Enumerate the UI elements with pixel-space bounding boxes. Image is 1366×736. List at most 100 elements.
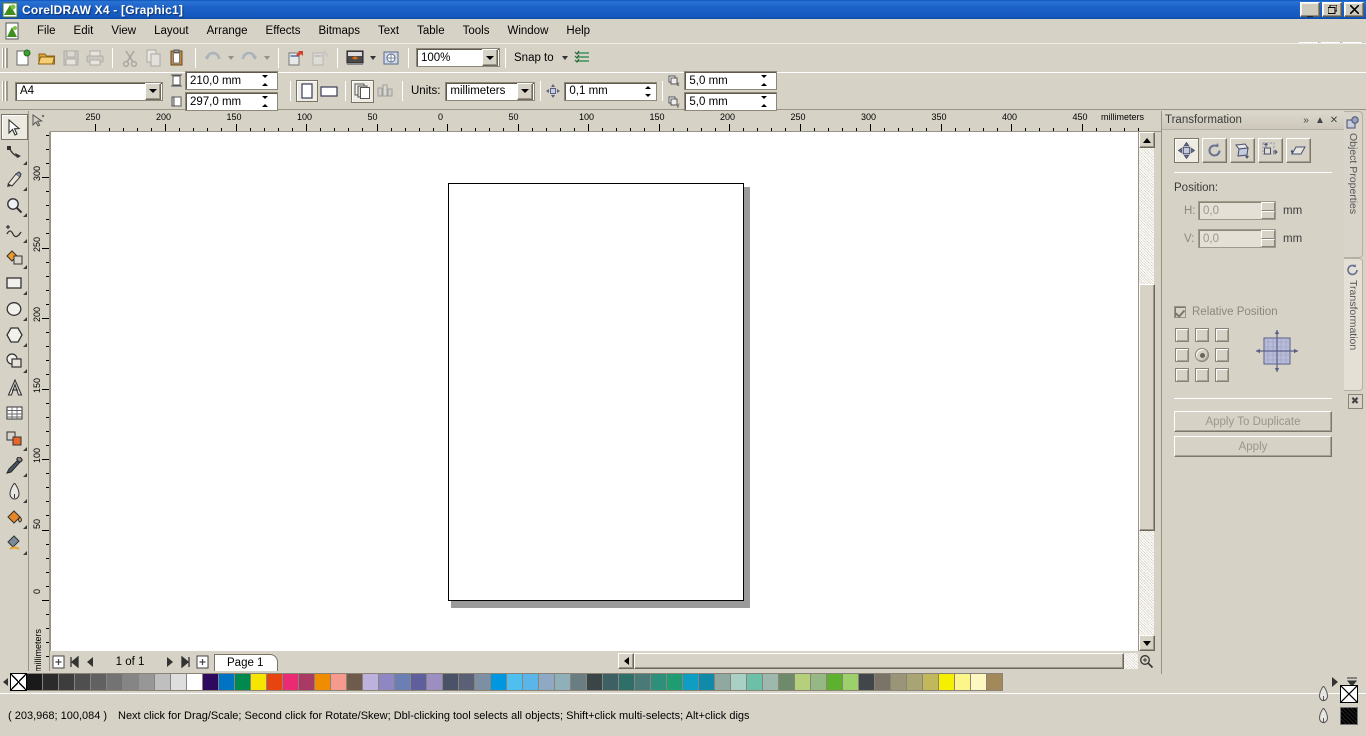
palette-swatch[interactable]	[666, 673, 683, 691]
palette-swatch[interactable]	[410, 673, 427, 691]
palette-swatch[interactable]	[570, 673, 587, 691]
toolbar-grip[interactable]	[2, 47, 8, 68]
duplicate-y-field[interactable]: 5,0 mm	[684, 92, 778, 111]
horizontal-scroll-thumb[interactable]	[634, 653, 1124, 669]
palette-swatch[interactable]	[186, 673, 203, 691]
corel-online-icon[interactable]	[379, 46, 403, 70]
anchor-top-right[interactable]	[1215, 328, 1229, 342]
palette-swatch[interactable]	[138, 673, 155, 691]
crop-tool[interactable]	[1, 166, 28, 192]
palette-swatch[interactable]	[170, 673, 187, 691]
palette-swatch[interactable]	[234, 673, 251, 691]
scroll-left-icon[interactable]	[0, 673, 10, 691]
palette-swatch[interactable]	[778, 673, 795, 691]
palette-swatch[interactable]	[554, 673, 571, 691]
menu-layout[interactable]: Layout	[145, 22, 198, 40]
copy-icon[interactable]	[142, 46, 166, 70]
all-pages-icon[interactable]	[351, 79, 374, 103]
anchor-bottom-right[interactable]	[1215, 368, 1229, 382]
paper-width-field[interactable]: 210,0 mm	[185, 71, 278, 90]
units-combo[interactable]: millimeters	[445, 81, 536, 101]
undo-dropdown-arrow[interactable]	[225, 47, 237, 69]
palette-swatch[interactable]	[490, 673, 507, 691]
scroll-right-icon[interactable]	[1330, 676, 1340, 688]
no-fill-indicator[interactable]	[1340, 685, 1358, 703]
shape-tool[interactable]	[1, 140, 28, 166]
palette-swatch[interactable]	[682, 673, 699, 691]
horizontal-ruler[interactable]: 250 200 150 100 50 0 50 100 150 200 250 300 350 400 45…	[29, 111, 1161, 132]
rectangle-tool-flyout-arrow[interactable]	[19, 291, 27, 295]
palette-swatch[interactable]	[26, 673, 43, 691]
palette-swatch[interactable]	[906, 673, 923, 691]
anchor-top-center[interactable]	[1195, 328, 1209, 342]
palette-swatch[interactable]	[394, 673, 411, 691]
palette-swatch[interactable]	[938, 673, 955, 691]
redo-dropdown-arrow[interactable]	[261, 47, 273, 69]
last-page-icon[interactable]	[178, 654, 194, 670]
drawing-canvas[interactable]	[50, 132, 1138, 651]
palette-swatch[interactable]	[794, 673, 811, 691]
zoom-tool[interactable]	[1, 192, 28, 218]
undo-icon[interactable]	[201, 46, 225, 70]
palette-swatch[interactable]	[922, 673, 939, 691]
paper-type-dropdown-button[interactable]	[145, 82, 161, 100]
outline-tool-flyout-arrow[interactable]	[19, 499, 27, 503]
menu-help[interactable]: Help	[557, 22, 599, 40]
ellipse-tool-flyout-arrow[interactable]	[19, 317, 27, 321]
new-document-icon[interactable]	[11, 46, 35, 70]
outline-tool[interactable]	[1, 478, 28, 504]
application-launcher-icon[interactable]	[343, 46, 367, 70]
zoom-level-dropdown-button[interactable]	[482, 49, 498, 66]
property-bar-grip[interactable]	[2, 81, 8, 101]
rotate-mode-button[interactable]	[1202, 138, 1227, 163]
palette-swatch[interactable]	[746, 673, 763, 691]
palette-swatch[interactable]	[282, 673, 299, 691]
palette-swatch[interactable]	[106, 673, 123, 691]
paper-width-spinners[interactable]	[254, 73, 276, 88]
menu-table[interactable]: Table	[408, 22, 454, 40]
options-icon[interactable]	[571, 46, 595, 70]
scale-mirror-mode-button[interactable]	[1230, 138, 1255, 163]
menu-arrange[interactable]: Arrange	[198, 22, 257, 40]
horizontal-scrollbar[interactable]	[618, 653, 1138, 669]
anchor-middle-right[interactable]	[1215, 348, 1229, 362]
restore-button[interactable]	[1322, 2, 1342, 17]
open-document-icon[interactable]	[35, 46, 59, 70]
no-color-swatch[interactable]	[10, 673, 27, 691]
palette-swatch[interactable]	[58, 673, 75, 691]
palette-swatch[interactable]	[426, 673, 443, 691]
units-dropdown-button[interactable]	[517, 82, 534, 100]
palette-swatch[interactable]	[330, 673, 347, 691]
scroll-left-button[interactable]	[618, 653, 634, 669]
duplicate-x-spinners[interactable]	[753, 73, 775, 88]
palette-swatch[interactable]	[202, 673, 219, 691]
palette-swatch[interactable]	[986, 673, 1003, 691]
menu-text[interactable]: Text	[369, 22, 408, 40]
palette-swatch[interactable]	[90, 673, 107, 691]
print-icon[interactable]	[83, 46, 107, 70]
shape-tool-flyout-arrow[interactable]	[19, 161, 27, 165]
interactive-fill-tool[interactable]	[1, 530, 28, 556]
palette-swatch[interactable]	[762, 673, 779, 691]
position-v-spinners[interactable]	[1261, 230, 1275, 247]
interactive-fill-tool-flyout-arrow[interactable]	[19, 551, 27, 555]
palette-swatch[interactable]	[618, 673, 635, 691]
menu-tools[interactable]: Tools	[454, 22, 499, 40]
redo-icon[interactable]	[237, 46, 261, 70]
apply-button[interactable]: Apply	[1174, 436, 1332, 457]
insert-page-before-icon[interactable]	[50, 654, 66, 670]
duplicate-x-field[interactable]: 5,0 mm	[684, 71, 778, 90]
ruler-origin-corner[interactable]	[29, 111, 50, 132]
eyedropper-tool[interactable]	[1, 452, 28, 478]
palette-swatch[interactable]	[522, 673, 539, 691]
cut-icon[interactable]	[118, 46, 142, 70]
document-icon[interactable]	[4, 22, 22, 40]
insert-page-after-icon[interactable]	[194, 654, 210, 670]
paper-height-spinners[interactable]	[254, 94, 276, 109]
position-h-spinners[interactable]	[1261, 202, 1275, 219]
relative-position-checkbox[interactable]	[1174, 306, 1186, 318]
menu-edit[interactable]: Edit	[65, 22, 103, 40]
palette-swatch[interactable]	[154, 673, 171, 691]
docker-expand-button[interactable]: »	[1299, 113, 1313, 127]
menu-view[interactable]: View	[102, 22, 145, 40]
